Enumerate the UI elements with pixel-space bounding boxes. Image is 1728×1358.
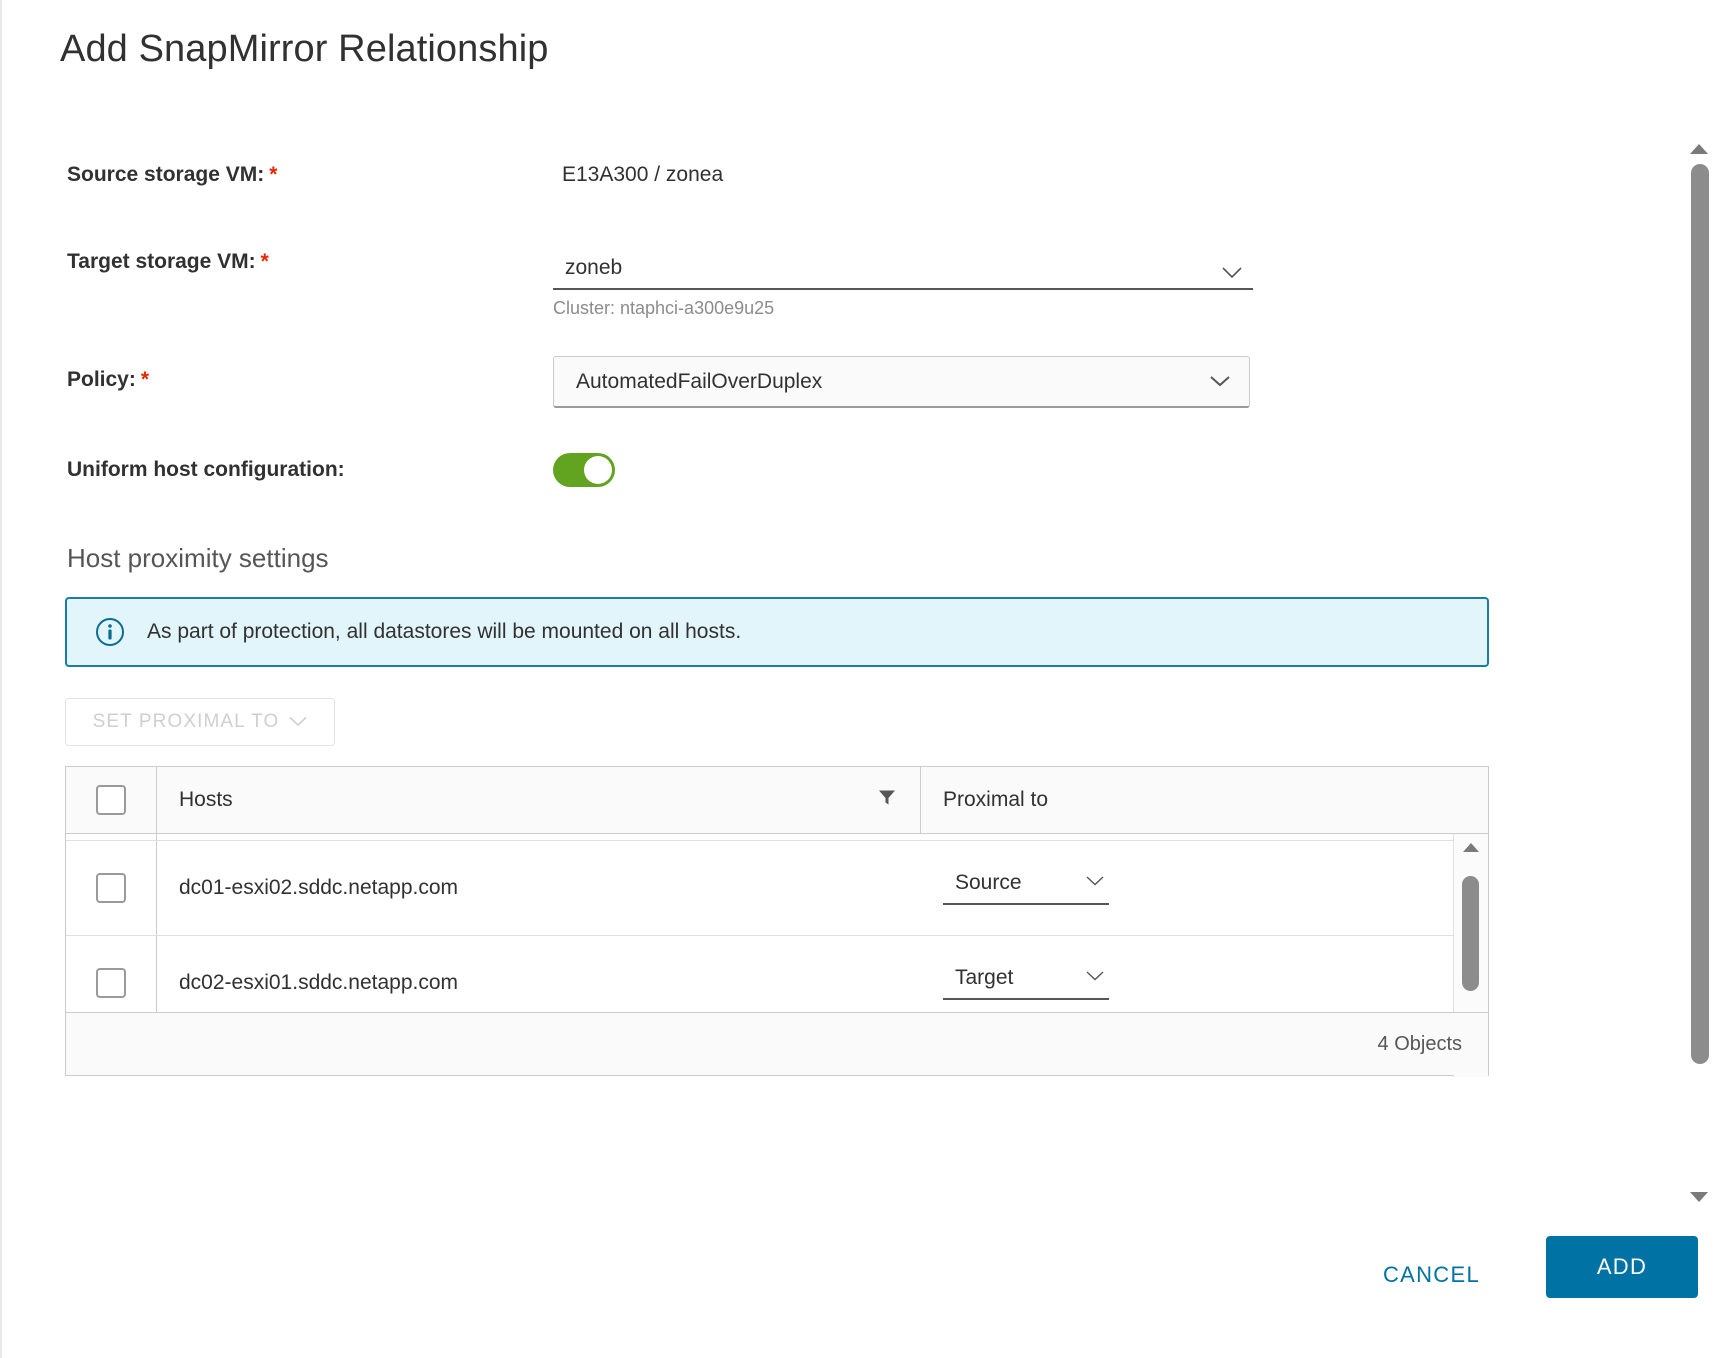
chevron-down-icon	[289, 711, 307, 733]
chevron-down-icon	[1085, 964, 1105, 988]
row-proximal-to-cell: Source	[921, 834, 1488, 840]
row-checkbox[interactable]	[96, 968, 126, 998]
target-storage-vm-label: Target storage VM:*	[67, 250, 269, 274]
row-host-name	[156, 834, 921, 840]
required-asterisk: *	[261, 250, 269, 273]
toggle-knob	[584, 456, 612, 484]
row-proximal-to-cell: Source	[921, 841, 1488, 935]
uniform-host-configuration-toggle[interactable]	[553, 453, 615, 487]
datagrid-scrollbar-thumb[interactable]	[1462, 876, 1479, 991]
chevron-down-icon	[1209, 370, 1231, 394]
caret-down-icon[interactable]	[1682, 1184, 1716, 1210]
set-proximal-to-label: SET PROXIMAL TO	[93, 711, 280, 733]
target-storage-vm-cluster-hint: Cluster: ntaphci-a300e9u25	[553, 298, 774, 319]
info-banner: As part of protection, all datastores wi…	[65, 597, 1489, 667]
row-checkbox-cell	[66, 834, 156, 840]
chevron-down-icon	[1085, 869, 1105, 893]
source-storage-vm-value: E13A300 / zonea	[562, 163, 723, 187]
row-checkbox-cell	[66, 841, 156, 935]
info-circle-icon	[95, 617, 125, 647]
datagrid-footer: 4 Objects	[66, 1012, 1488, 1075]
row-proximal-to-value: Source	[955, 871, 1022, 895]
source-storage-vm-label: Source storage VM:*	[67, 163, 277, 187]
policy-label: Policy:*	[67, 368, 149, 392]
add-button[interactable]: ADD	[1546, 1236, 1698, 1298]
table-row[interactable]: Source	[66, 834, 1488, 841]
filter-icon[interactable]	[878, 789, 896, 812]
row-proximal-to-select[interactable]: Source	[943, 871, 1109, 905]
object-count: 4 Objects	[1378, 1033, 1462, 1056]
column-header-proximal-to-label: Proximal to	[943, 788, 1048, 812]
caret-up-icon[interactable]	[1454, 834, 1488, 860]
set-proximal-to-button[interactable]: SET PROXIMAL TO	[65, 698, 335, 746]
select-all-cell	[66, 767, 156, 833]
policy-label-text: Policy:	[67, 368, 136, 391]
add-snapmirror-relationship-dialog: Add SnapMirror Relationship Source stora…	[0, 0, 1728, 1358]
column-header-hosts-label: Hosts	[179, 788, 233, 812]
page-scrollbar[interactable]	[1682, 136, 1716, 1210]
required-asterisk: *	[141, 368, 149, 391]
target-storage-vm-value: zoneb	[565, 256, 622, 280]
host-proximity-settings-heading: Host proximity settings	[67, 543, 329, 574]
column-header-proximal-to[interactable]: Proximal to	[920, 767, 1488, 833]
page-title: Add SnapMirror Relationship	[60, 28, 549, 71]
row-checkbox[interactable]	[96, 873, 126, 903]
row-proximal-to-value: Target	[955, 966, 1013, 990]
policy-value: AutomatedFailOverDuplex	[576, 370, 822, 394]
caret-up-icon[interactable]	[1682, 136, 1716, 162]
hosts-datagrid: Hosts Proximal to	[65, 766, 1489, 1076]
column-header-hosts[interactable]: Hosts	[156, 767, 920, 833]
cancel-button[interactable]: CANCEL	[1363, 1248, 1500, 1302]
row-host-name: dc01-esxi02.sddc.netapp.com	[156, 841, 921, 935]
info-banner-text: As part of protection, all datastores wi…	[147, 620, 741, 644]
datagrid-header-row: Hosts Proximal to	[66, 767, 1488, 834]
required-asterisk: *	[269, 163, 277, 186]
uniform-host-configuration-label-text: Uniform host configuration:	[67, 458, 345, 481]
source-storage-vm-label-text: Source storage VM:	[67, 163, 264, 186]
select-all-checkbox[interactable]	[96, 785, 126, 815]
dialog-footer: CANCEL ADD	[2, 1212, 1728, 1358]
target-storage-vm-select[interactable]: zoneb	[553, 240, 1253, 290]
row-proximal-to-select[interactable]: Target	[943, 966, 1109, 1000]
dialog-form-area: Source storage VM:* E13A300 / zonea Targ…	[2, 140, 1666, 1210]
policy-select[interactable]: AutomatedFailOverDuplex	[553, 356, 1250, 408]
uniform-host-configuration-label: Uniform host configuration:	[67, 458, 345, 482]
table-row[interactable]: dc01-esxi02.sddc.netapp.com Source	[66, 841, 1488, 936]
page-scrollbar-thumb[interactable]	[1691, 164, 1709, 1064]
target-storage-vm-label-text: Target storage VM:	[67, 250, 256, 273]
